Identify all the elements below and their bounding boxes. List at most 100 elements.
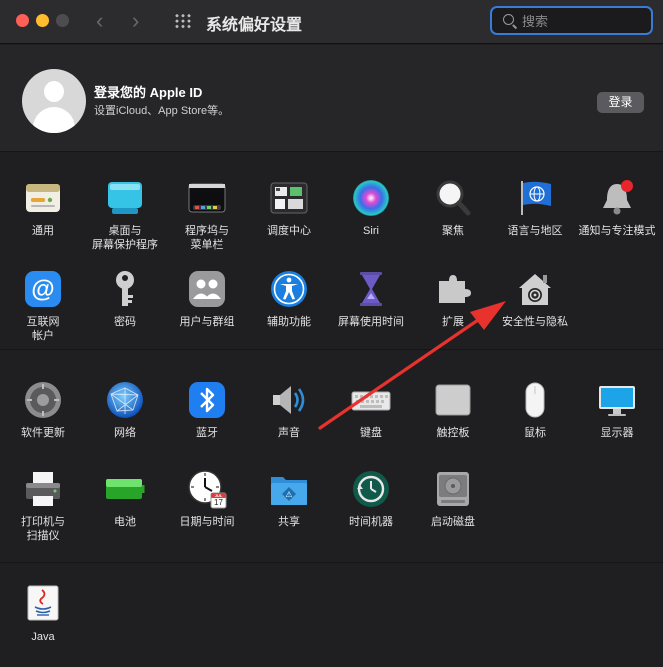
pref-label: 调度中心 bbox=[267, 225, 311, 237]
battery-icon bbox=[105, 469, 145, 509]
login-button[interactable]: 登录 bbox=[597, 92, 644, 113]
preferences-section-other: Java bbox=[0, 564, 663, 667]
pref-network[interactable]: 网络 bbox=[84, 380, 166, 440]
pref-sharing[interactable]: ⚠ 共享 bbox=[248, 469, 330, 529]
pref-general[interactable]: 通用 bbox=[2, 178, 84, 238]
pref-language-region[interactable]: 语言与地区 bbox=[494, 178, 576, 238]
desktop-screensaver-icon bbox=[105, 178, 145, 218]
show-all-grid-icon[interactable] bbox=[174, 13, 192, 29]
pref-label: 鼠标 bbox=[524, 427, 546, 439]
pref-bluetooth[interactable]: 蓝牙 bbox=[166, 380, 248, 440]
network-icon bbox=[105, 380, 145, 420]
pref-screen-time[interactable]: 屏幕使用时间 bbox=[330, 269, 412, 329]
pref-label: 程序坞与 菜单栏 bbox=[185, 225, 229, 251]
extensions-icon bbox=[433, 269, 473, 309]
pref-spotlight[interactable]: 聚焦 bbox=[412, 178, 494, 238]
bluetooth-icon bbox=[187, 380, 227, 420]
pref-keyboard[interactable]: 键盘 bbox=[330, 380, 412, 440]
pref-label: 共享 bbox=[278, 516, 300, 528]
screen-time-icon bbox=[351, 269, 391, 309]
pref-label: Java bbox=[31, 631, 55, 643]
pref-desktop-screensaver[interactable]: 桌面与 屏幕保护程序 bbox=[84, 178, 166, 252]
pref-label: 网络 bbox=[114, 427, 136, 439]
pref-mission-control[interactable]: 调度中心 bbox=[248, 178, 330, 238]
pref-date-time[interactable]: JUL 17 日期与时间 bbox=[166, 469, 248, 529]
pref-label: 语言与地区 bbox=[507, 225, 563, 237]
pref-software-update[interactable]: 软件更新 bbox=[2, 380, 84, 440]
pref-label: 显示器 bbox=[600, 427, 634, 439]
pref-label: 扩展 bbox=[442, 316, 464, 328]
displays-icon bbox=[597, 380, 637, 420]
pref-time-machine[interactable]: 时间机器 bbox=[330, 469, 412, 529]
software-update-icon bbox=[23, 380, 63, 420]
pref-label: 通知与专注模式 bbox=[578, 225, 656, 237]
general-icon bbox=[23, 178, 63, 218]
trackpad-icon bbox=[433, 380, 473, 420]
pref-label: 用户与群组 bbox=[179, 316, 235, 328]
search-input[interactable] bbox=[522, 12, 642, 30]
mission-control-icon bbox=[269, 178, 309, 218]
sound-icon bbox=[269, 380, 309, 420]
pref-mouse[interactable]: 鼠标 bbox=[494, 380, 576, 440]
pref-battery[interactable]: 电池 bbox=[84, 469, 166, 529]
accessibility-icon bbox=[269, 269, 309, 309]
time-machine-icon bbox=[351, 469, 391, 509]
pref-dock-menubar[interactable]: 程序坞与 菜单栏 bbox=[166, 178, 248, 252]
pref-security-privacy[interactable]: 安全性与隐私 bbox=[494, 269, 576, 329]
sharing-icon: ⚠ bbox=[269, 469, 309, 509]
pref-sound[interactable]: 声音 bbox=[248, 380, 330, 440]
svg-text:⚠: ⚠ bbox=[285, 490, 292, 499]
close-window-button[interactable] bbox=[16, 14, 29, 27]
users-groups-icon bbox=[187, 269, 227, 309]
pref-siri[interactable]: Siri bbox=[330, 178, 412, 238]
pref-label: 软件更新 bbox=[21, 427, 65, 439]
pref-label: 通用 bbox=[32, 225, 54, 237]
java-icon bbox=[23, 584, 63, 624]
keyboard-icon bbox=[351, 380, 391, 420]
pref-label: 日期与时间 bbox=[179, 516, 235, 528]
pref-extensions[interactable]: 扩展 bbox=[412, 269, 494, 329]
pref-label: 键盘 bbox=[360, 427, 382, 439]
dock-menubar-icon bbox=[187, 178, 227, 218]
printers-icon bbox=[23, 469, 63, 509]
pref-label: 声音 bbox=[278, 427, 300, 439]
pref-label: 安全性与隐私 bbox=[502, 316, 568, 328]
notifications-icon bbox=[597, 178, 637, 218]
pref-startup-disk[interactable]: 启动磁盘 bbox=[412, 469, 494, 529]
pref-trackpad[interactable]: 触控板 bbox=[412, 380, 494, 440]
pref-label: 触控板 bbox=[436, 427, 470, 439]
pref-printers-scanners[interactable]: 打印机与 扫描仪 bbox=[2, 469, 84, 543]
search-icon bbox=[503, 14, 514, 25]
pref-label: 打印机与 扫描仪 bbox=[21, 516, 65, 542]
pref-label: 桌面与 屏幕保护程序 bbox=[92, 225, 158, 251]
pref-internet-accounts[interactable]: @ 互联网 帐户 bbox=[2, 269, 84, 343]
pref-java[interactable]: Java bbox=[2, 584, 84, 644]
pref-label: 启动磁盘 bbox=[431, 516, 475, 528]
internet-accounts-icon: @ bbox=[23, 269, 63, 309]
forward-chevron-icon[interactable]: › bbox=[132, 8, 139, 34]
search-field[interactable] bbox=[490, 6, 653, 35]
siri-icon bbox=[351, 178, 391, 218]
passwords-icon bbox=[105, 269, 145, 309]
security-privacy-icon bbox=[515, 269, 555, 309]
pref-label: 密码 bbox=[114, 316, 136, 328]
pref-label: Siri bbox=[363, 225, 379, 237]
pref-label: 屏幕使用时间 bbox=[338, 316, 404, 328]
avatar bbox=[22, 69, 86, 133]
mouse-icon bbox=[515, 380, 555, 420]
pref-displays[interactable]: 显示器 bbox=[576, 380, 658, 440]
pref-accessibility[interactable]: 辅助功能 bbox=[248, 269, 330, 329]
pref-label: 互联网 帐户 bbox=[26, 316, 60, 342]
zoom-window-button[interactable] bbox=[56, 14, 69, 27]
calendar-day: 17 bbox=[214, 498, 223, 507]
pref-label: 电池 bbox=[114, 516, 136, 528]
startup-disk-icon bbox=[433, 469, 473, 509]
minimize-window-button[interactable] bbox=[36, 14, 49, 27]
apple-id-subtitle: 设置iCloud、App Store等。 bbox=[94, 105, 230, 117]
apple-id-section: 登录您的 Apple ID 设置iCloud、App Store等。 登录 bbox=[0, 45, 663, 152]
pref-users-groups[interactable]: 用户与群组 bbox=[166, 269, 248, 329]
preferences-section-hardware: 软件更新 网络 蓝牙 声音 键盘 触控板 鼠标 显示器 打印机与 扫描仪 电池 … bbox=[0, 351, 663, 563]
pref-notifications-focus[interactable]: 通知与专注模式 bbox=[576, 178, 658, 238]
pref-passwords[interactable]: 密码 bbox=[84, 269, 166, 329]
back-chevron-icon[interactable]: ‹ bbox=[96, 8, 103, 34]
